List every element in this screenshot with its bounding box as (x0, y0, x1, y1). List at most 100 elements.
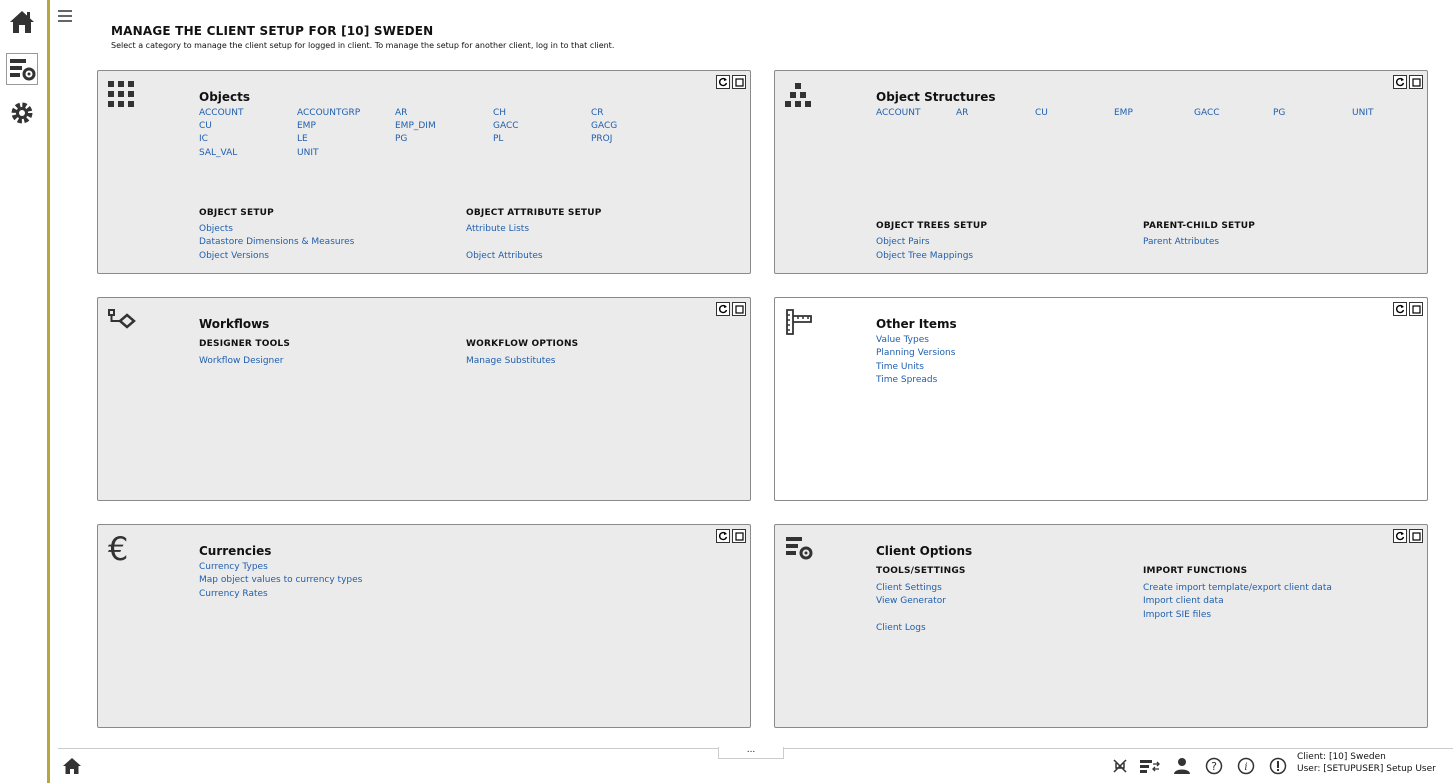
currencies-panel: € Currencies Currency Types Map object v… (97, 524, 751, 728)
info-icon[interactable]: i (1236, 756, 1256, 776)
value-types-link[interactable]: Value Types (876, 335, 929, 345)
panel-title: Object Structures (876, 90, 996, 104)
object-code-link[interactable]: CU (199, 121, 212, 131)
section-header: WORKFLOW OPTIONS (466, 339, 579, 349)
left-sidebar (0, 0, 50, 783)
structure-code-link[interactable]: GACC (1194, 108, 1220, 118)
object-versions-link[interactable]: Object Versions (199, 251, 269, 261)
workflows-panel: Workflows DESIGNER TOOLS Workflow Design… (97, 297, 751, 501)
objects-panel: Objects ACCOUNT ACCOUNTGRP AR CH CR CU E… (97, 70, 751, 274)
panel-title: Currencies (199, 544, 272, 558)
object-code-link[interactable]: SAL_VAL (199, 148, 237, 158)
section-header: OBJECT ATTRIBUTE SETUP (466, 208, 602, 218)
currency-types-link[interactable]: Currency Types (199, 562, 268, 572)
client-options-icon (785, 535, 815, 565)
help-icon[interactable]: ? (1204, 756, 1224, 776)
maximize-icon[interactable] (1409, 529, 1423, 543)
object-code-link[interactable]: ACCOUNT (199, 108, 243, 118)
object-structures-panel: Object Structures ACCOUNT AR CU EMP GACC… (774, 70, 1428, 274)
refresh-icon[interactable] (1393, 302, 1407, 316)
maximize-icon[interactable] (732, 302, 746, 316)
attribute-lists-link[interactable]: Attribute Lists (466, 224, 529, 234)
section-header: OBJECT SETUP (199, 208, 274, 218)
object-code-link[interactable]: ACCOUNTGRP (297, 108, 360, 118)
structure-code-link[interactable]: CU (1035, 108, 1048, 118)
object-code-link[interactable]: PROJ (591, 134, 612, 144)
parent-attributes-link[interactable]: Parent Attributes (1143, 237, 1219, 247)
time-units-link[interactable]: Time Units (876, 362, 924, 372)
panel-title: Client Options (876, 544, 973, 558)
structure-code-link[interactable]: AR (956, 108, 968, 118)
client-settings-link[interactable]: Client Settings (876, 583, 942, 593)
structure-code-link[interactable]: UNIT (1352, 108, 1373, 118)
object-pairs-link[interactable]: Object Pairs (876, 237, 930, 247)
object-code-link[interactable]: GACC (493, 121, 519, 131)
maximize-icon[interactable] (1409, 75, 1423, 89)
refresh-icon[interactable] (716, 302, 730, 316)
euro-icon: € (108, 530, 129, 568)
map-currency-types-link[interactable]: Map object values to currency types (199, 575, 362, 585)
footer-bar: ... ? i Client: [10] Sweden User: [SETUP… (58, 746, 1453, 783)
session-info: Client: [10] Sweden User: [SETUPUSER] Se… (1297, 751, 1436, 775)
object-code-link[interactable]: UNIT (297, 148, 318, 158)
menu-toggle-icon[interactable] (58, 10, 72, 24)
section-header: TOOLS/SETTINGS (876, 566, 966, 576)
object-code-link[interactable]: LE (297, 134, 308, 144)
workflow-icon (108, 308, 138, 338)
create-import-template-link[interactable]: Create import template/export client dat… (1143, 583, 1332, 593)
client-logs-link[interactable]: Client Logs (876, 623, 926, 633)
object-code-link[interactable]: IC (199, 134, 208, 144)
maximize-icon[interactable] (732, 75, 746, 89)
object-code-link[interactable]: EMP (297, 121, 316, 131)
user-icon[interactable] (1172, 756, 1192, 776)
datastore-dimensions-link[interactable]: Datastore Dimensions & Measures (199, 237, 354, 247)
other-items-panel: Other Items Value Types Planning Version… (774, 297, 1428, 501)
structure-code-link[interactable]: ACCOUNT (876, 108, 920, 118)
object-attributes-link[interactable]: Object Attributes (466, 251, 543, 261)
planning-versions-link[interactable]: Planning Versions (876, 348, 955, 358)
object-code-link[interactable]: CR (591, 108, 604, 118)
svg-text:?: ? (1211, 760, 1217, 773)
footer-home-icon[interactable] (62, 756, 82, 776)
panel-title: Objects (199, 90, 251, 104)
client-setup-icon[interactable] (6, 53, 38, 85)
object-code-link[interactable]: GACG (591, 121, 617, 131)
object-code-link[interactable]: EMP_DIM (395, 121, 436, 131)
object-code-link[interactable]: AR (395, 108, 407, 118)
refresh-icon[interactable] (1393, 75, 1407, 89)
object-code-link[interactable]: PG (395, 134, 407, 144)
section-header: IMPORT FUNCTIONS (1143, 566, 1248, 576)
import-sie-files-link[interactable]: Import SIE files (1143, 610, 1211, 620)
import-client-data-link[interactable]: Import client data (1143, 596, 1224, 606)
view-generator-link[interactable]: View Generator (876, 596, 946, 606)
structure-code-link[interactable]: EMP (1114, 108, 1133, 118)
switch-client-icon[interactable] (1140, 756, 1160, 776)
object-tree-mappings-link[interactable]: Object Tree Mappings (876, 251, 973, 261)
object-code-link[interactable]: CH (493, 108, 506, 118)
refresh-icon[interactable] (716, 75, 730, 89)
more-tab[interactable]: ... (718, 746, 784, 759)
object-code-link[interactable]: PL (493, 134, 503, 144)
maximize-icon[interactable] (1409, 302, 1423, 316)
workflow-designer-link[interactable]: Workflow Designer (199, 356, 284, 366)
currency-rates-link[interactable]: Currency Rates (199, 589, 268, 599)
home-icon[interactable] (6, 6, 38, 38)
notification-off-icon[interactable] (1110, 756, 1130, 776)
alert-icon[interactable] (1268, 756, 1288, 776)
manage-substitutes-link[interactable]: Manage Substitutes (466, 356, 555, 366)
section-header: DESIGNER TOOLS (199, 339, 291, 349)
maximize-icon[interactable] (732, 529, 746, 543)
panel-title: Workflows (199, 317, 270, 331)
structure-code-link[interactable]: PG (1273, 108, 1285, 118)
hierarchy-icon (785, 81, 815, 111)
grid-icon (108, 81, 138, 111)
user-label: User: [SETUPUSER] Setup User (1297, 764, 1436, 774)
objects-link[interactable]: Objects (199, 224, 233, 234)
refresh-icon[interactable] (716, 529, 730, 543)
page-subtitle: Select a category to manage the client s… (111, 41, 615, 50)
refresh-icon[interactable] (1393, 529, 1407, 543)
time-spreads-link[interactable]: Time Spreads (876, 375, 937, 385)
client-label: Client: [10] Sweden (1297, 752, 1386, 762)
page-title: MANAGE THE CLIENT SETUP FOR [10] SWEDEN (111, 24, 434, 38)
settings-gear-icon[interactable] (6, 97, 38, 129)
